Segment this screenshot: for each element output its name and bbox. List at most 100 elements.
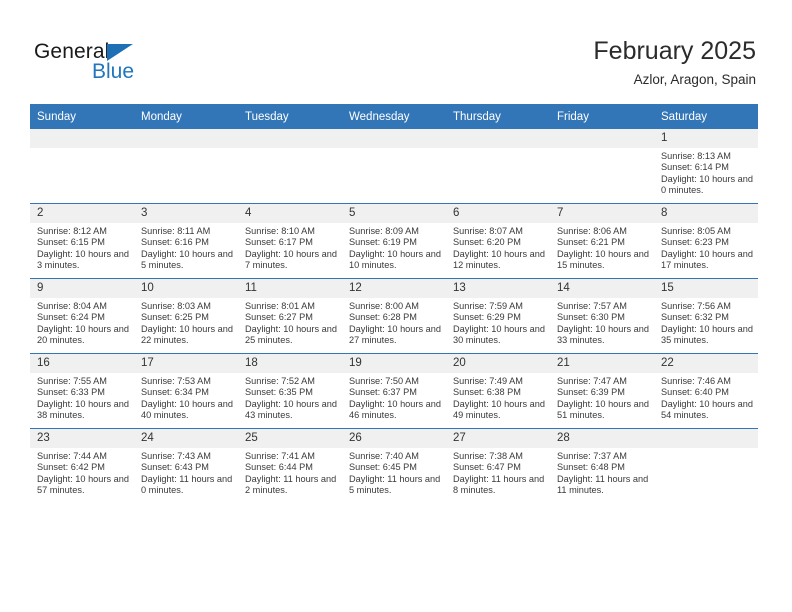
day-details: Sunrise: 7:49 AM Sunset: 6:38 PM Daylight:… <box>446 373 550 422</box>
day-number: 28 <box>550 429 654 448</box>
calendar-day-cell[interactable]: 2 Sunrise: 8:12 AM Sunset: 6:15 PM Daylight… <box>30 203 134 279</box>
sunrise-text: Sunrise: 8:13 AM <box>661 151 731 161</box>
calendar-day-cell[interactable]: 27 Sunrise: 7:38 AM Sunset: 6:47 PM Dayligh… <box>446 428 550 503</box>
day-number: 2 <box>30 204 134 223</box>
page-header: General Blue February 2025 Azlor, Aragon… <box>0 0 792 104</box>
calendar-day-cell[interactable]: 22 Sunrise: 7:46 AM Sunset: 6:40 PM Dayligh… <box>654 353 758 429</box>
calendar-day-cell[interactable]: 3 Sunrise: 8:11 AM Sunset: 6:16 PM Daylight… <box>134 203 238 279</box>
day-cell-inner: 16 Sunrise: 7:55 AM Sunset: 6:33 PM Dayligh… <box>30 354 134 428</box>
daylight-text: Daylight: 11 hours and 0 minutes. <box>141 473 233 496</box>
calendar-day-cell[interactable]: 25 Sunrise: 7:41 AM Sunset: 6:44 PM Dayligh… <box>238 428 342 503</box>
calendar-week-row: 9 Sunrise: 8:04 AM Sunset: 6:24 PM Daylight… <box>30 278 758 354</box>
calendar-day-cell[interactable]: 20 Sunrise: 7:49 AM Sunset: 6:38 PM Dayligh… <box>446 353 550 429</box>
weekday-header-friday: Friday <box>550 104 654 129</box>
sunrise-text: Sunrise: 8:10 AM <box>245 226 315 236</box>
calendar-day-cell[interactable]: 18 Sunrise: 7:52 AM Sunset: 6:35 PM Dayligh… <box>238 353 342 429</box>
day-details: Sunrise: 7:55 AM Sunset: 6:33 PM Daylight:… <box>30 373 134 422</box>
day-cell-inner: 10 Sunrise: 8:03 AM Sunset: 6:25 PM Dayligh… <box>134 279 238 353</box>
day-number: 12 <box>342 279 446 298</box>
calendar-empty-cell <box>342 129 446 204</box>
calendar-day-cell[interactable]: 7 Sunrise: 8:06 AM Sunset: 6:21 PM Daylight… <box>550 203 654 279</box>
day-cell-inner <box>550 129 654 203</box>
day-details: Sunrise: 8:00 AM Sunset: 6:28 PM Daylight:… <box>342 298 446 347</box>
sunset-text: Sunset: 6:23 PM <box>661 237 729 248</box>
day-number: 4 <box>238 204 342 223</box>
day-number: 10 <box>134 279 238 298</box>
sunrise-text: Sunrise: 7:56 AM <box>661 301 731 311</box>
daylight-text: Daylight: 10 hours and 15 minutes. <box>557 248 649 271</box>
sunset-text: Sunset: 6:38 PM <box>453 387 521 398</box>
daylight-text: Daylight: 10 hours and 33 minutes. <box>557 323 649 346</box>
sunrise-text: Sunrise: 7:46 AM <box>661 376 731 386</box>
sunset-text: Sunset: 6:30 PM <box>557 312 625 323</box>
calendar-day-cell[interactable]: 1 Sunrise: 8:13 AM Sunset: 6:14 PM Daylight… <box>654 129 758 204</box>
sunset-text: Sunset: 6:25 PM <box>141 312 209 323</box>
daylight-text: Daylight: 10 hours and 7 minutes. <box>245 248 337 271</box>
calendar-day-cell[interactable]: 6 Sunrise: 8:07 AM Sunset: 6:20 PM Daylight… <box>446 203 550 279</box>
daylight-text: Daylight: 10 hours and 46 minutes. <box>349 398 441 421</box>
day-details: Sunrise: 7:47 AM Sunset: 6:39 PM Daylight:… <box>550 373 654 422</box>
sunrise-text: Sunrise: 7:55 AM <box>37 376 107 386</box>
calendar-empty-cell <box>446 129 550 204</box>
calendar-day-cell[interactable]: 28 Sunrise: 7:37 AM Sunset: 6:48 PM Dayligh… <box>550 428 654 503</box>
calendar-day-cell[interactable]: 16 Sunrise: 7:55 AM Sunset: 6:33 PM Dayligh… <box>30 353 134 429</box>
sunset-text: Sunset: 6:14 PM <box>661 162 729 173</box>
day-cell-inner: 1 Sunrise: 8:13 AM Sunset: 6:14 PM Daylight… <box>654 129 758 203</box>
calendar-day-cell[interactable]: 4 Sunrise: 8:10 AM Sunset: 6:17 PM Daylight… <box>238 203 342 279</box>
calendar-day-cell[interactable]: 17 Sunrise: 7:53 AM Sunset: 6:34 PM Dayligh… <box>134 353 238 429</box>
day-number: 8 <box>654 204 758 223</box>
calendar-day-cell[interactable]: 14 Sunrise: 7:57 AM Sunset: 6:30 PM Dayligh… <box>550 278 654 354</box>
calendar-day-cell[interactable]: 23 Sunrise: 7:44 AM Sunset: 6:42 PM Dayligh… <box>30 428 134 503</box>
sunset-text: Sunset: 6:35 PM <box>245 387 313 398</box>
sunrise-text: Sunrise: 8:05 AM <box>661 226 731 236</box>
calendar-day-cell[interactable]: 21 Sunrise: 7:47 AM Sunset: 6:39 PM Dayligh… <box>550 353 654 429</box>
calendar-day-cell[interactable]: 11 Sunrise: 8:01 AM Sunset: 6:27 PM Dayligh… <box>238 278 342 354</box>
calendar-page: General Blue February 2025 Azlor, Aragon… <box>0 0 792 612</box>
daylight-text: Daylight: 10 hours and 49 minutes. <box>453 398 545 421</box>
sunrise-text: Sunrise: 8:01 AM <box>245 301 315 311</box>
sunset-text: Sunset: 6:44 PM <box>245 462 313 473</box>
calendar-header-row: Sunday Monday Tuesday Wednesday Thursday… <box>30 104 758 129</box>
day-cell-inner: 25 Sunrise: 7:41 AM Sunset: 6:44 PM Dayligh… <box>238 429 342 503</box>
daylight-text: Daylight: 11 hours and 5 minutes. <box>349 473 441 496</box>
daylight-text: Daylight: 10 hours and 43 minutes. <box>245 398 337 421</box>
day-cell-inner: 28 Sunrise: 7:37 AM Sunset: 6:48 PM Dayligh… <box>550 429 654 503</box>
sunset-text: Sunset: 6:28 PM <box>349 312 417 323</box>
day-number: 21 <box>550 354 654 373</box>
daylight-text: Daylight: 11 hours and 8 minutes. <box>453 473 545 496</box>
day-details: Sunrise: 8:10 AM Sunset: 6:17 PM Daylight:… <box>238 223 342 272</box>
daylight-text: Daylight: 10 hours and 38 minutes. <box>37 398 129 421</box>
day-number: 5 <box>342 204 446 223</box>
day-cell-inner: 19 Sunrise: 7:50 AM Sunset: 6:37 PM Dayligh… <box>342 354 446 428</box>
sunrise-text: Sunrise: 8:03 AM <box>141 301 211 311</box>
calendar-day-cell[interactable]: 26 Sunrise: 7:40 AM Sunset: 6:45 PM Dayligh… <box>342 428 446 503</box>
daylight-text: Daylight: 10 hours and 57 minutes. <box>37 473 129 496</box>
sunrise-text: Sunrise: 7:37 AM <box>557 451 627 461</box>
day-cell-inner <box>30 129 134 203</box>
calendar-day-cell[interactable]: 12 Sunrise: 8:00 AM Sunset: 6:28 PM Dayligh… <box>342 278 446 354</box>
calendar-day-cell[interactable]: 24 Sunrise: 7:43 AM Sunset: 6:43 PM Dayligh… <box>134 428 238 503</box>
daylight-text: Daylight: 10 hours and 25 minutes. <box>245 323 337 346</box>
day-cell-inner: 12 Sunrise: 8:00 AM Sunset: 6:28 PM Dayligh… <box>342 279 446 353</box>
weekday-header-wednesday: Wednesday <box>342 104 446 129</box>
sunset-text: Sunset: 6:34 PM <box>141 387 209 398</box>
sunset-text: Sunset: 6:43 PM <box>141 462 209 473</box>
calendar-day-cell[interactable]: 13 Sunrise: 7:59 AM Sunset: 6:29 PM Dayligh… <box>446 278 550 354</box>
day-number <box>30 129 134 148</box>
calendar-day-cell[interactable]: 10 Sunrise: 8:03 AM Sunset: 6:25 PM Dayligh… <box>134 278 238 354</box>
day-details: Sunrise: 7:57 AM Sunset: 6:30 PM Daylight:… <box>550 298 654 347</box>
calendar-day-cell[interactable]: 8 Sunrise: 8:05 AM Sunset: 6:23 PM Daylight… <box>654 203 758 279</box>
sunrise-text: Sunrise: 7:44 AM <box>37 451 107 461</box>
calendar-day-cell[interactable]: 15 Sunrise: 7:56 AM Sunset: 6:32 PM Dayligh… <box>654 278 758 354</box>
sunrise-text: Sunrise: 7:50 AM <box>349 376 419 386</box>
calendar-day-cell[interactable]: 19 Sunrise: 7:50 AM Sunset: 6:37 PM Dayligh… <box>342 353 446 429</box>
calendar-day-cell[interactable]: 9 Sunrise: 8:04 AM Sunset: 6:24 PM Daylight… <box>30 278 134 354</box>
daylight-text: Daylight: 10 hours and 54 minutes. <box>661 398 753 421</box>
calendar-empty-cell <box>134 129 238 204</box>
calendar-day-cell[interactable]: 5 Sunrise: 8:09 AM Sunset: 6:19 PM Daylight… <box>342 203 446 279</box>
sunset-text: Sunset: 6:24 PM <box>37 312 105 323</box>
day-cell-inner: 22 Sunrise: 7:46 AM Sunset: 6:40 PM Dayligh… <box>654 354 758 428</box>
calendar-week-row: 16 Sunrise: 7:55 AM Sunset: 6:33 PM Dayligh… <box>30 353 758 429</box>
day-number: 16 <box>30 354 134 373</box>
daylight-text: Daylight: 10 hours and 20 minutes. <box>37 323 129 346</box>
